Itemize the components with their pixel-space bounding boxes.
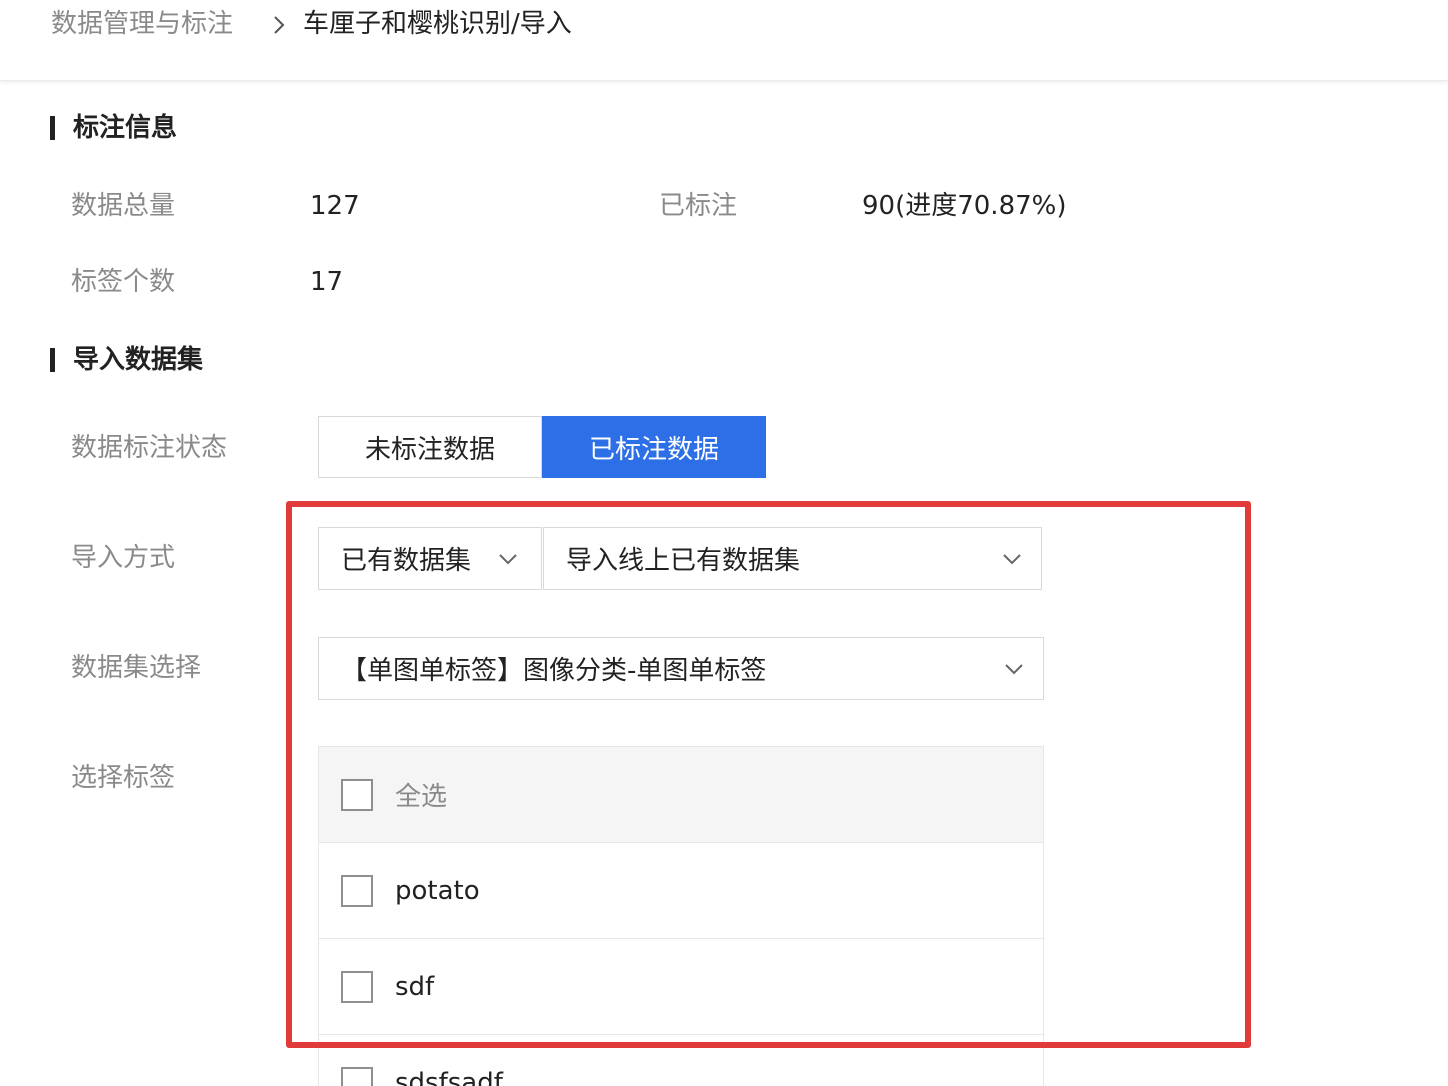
dataset-label: 数据集选择 [71,650,201,686]
tag-label: sdf [395,972,434,1002]
dataset-select-value: 【单图单标签】图像分类-单图单标签 [341,650,766,687]
total-label: 数据总量 [71,188,175,224]
tag-count-value: 17 [310,264,343,300]
chevron-right-icon [268,14,290,36]
tag-checkbox[interactable] [341,971,373,1003]
status-label: 数据标注状态 [71,430,227,466]
method-label: 导入方式 [71,540,175,576]
import-method-type-value: 已有数据集 [341,540,471,577]
tag-list: 全选 potato sdf sdsfsadf [318,746,1044,1086]
labeled-value: 90(进度70.87%) [862,188,1067,224]
tag-label: sdsfsadf [395,1068,503,1086]
labeled-label: 已标注 [659,188,737,224]
select-all-checkbox[interactable] [341,779,373,811]
tag-row[interactable]: sdf [319,939,1043,1035]
section-marker [50,348,55,372]
import-method-type-select[interactable]: 已有数据集 [318,527,542,590]
import-source-value: 导入线上已有数据集 [566,540,800,577]
select-all-row[interactable]: 全选 [319,747,1043,843]
tag-row[interactable]: sdsfsadf [319,1035,1043,1086]
tags-label: 选择标签 [71,760,175,796]
tag-count-label: 标签个数 [71,264,175,300]
chevron-down-icon [497,548,519,570]
section-title-text: 导入数据集 [73,342,203,378]
total-value: 127 [310,188,360,224]
status-option-labeled[interactable]: 已标注数据 [542,416,766,478]
tag-checkbox[interactable] [341,875,373,907]
tag-row[interactable]: potato [319,843,1043,939]
tag-checkbox[interactable] [341,1067,373,1086]
dataset-select[interactable]: 【单图单标签】图像分类-单图单标签 [318,637,1044,700]
section-title-import-dataset: 导入数据集 [50,342,203,378]
section-title-annotation-info: 标注信息 [50,110,177,146]
chevron-down-icon [1001,548,1023,570]
chevron-down-icon [1003,658,1025,680]
status-option-unlabeled[interactable]: 未标注数据 [318,416,542,478]
breadcrumb-root-link[interactable]: 数据管理与标注 [51,6,233,42]
section-title-text: 标注信息 [73,110,177,146]
top-bar: 数据管理与标注 车厘子和樱桃识别/导入 [0,0,1448,81]
select-all-label: 全选 [395,776,447,813]
import-source-select[interactable]: 导入线上已有数据集 [543,527,1042,590]
breadcrumb-current: 车厘子和樱桃识别/导入 [303,6,572,42]
section-marker [50,116,55,140]
tag-label: potato [395,876,480,906]
